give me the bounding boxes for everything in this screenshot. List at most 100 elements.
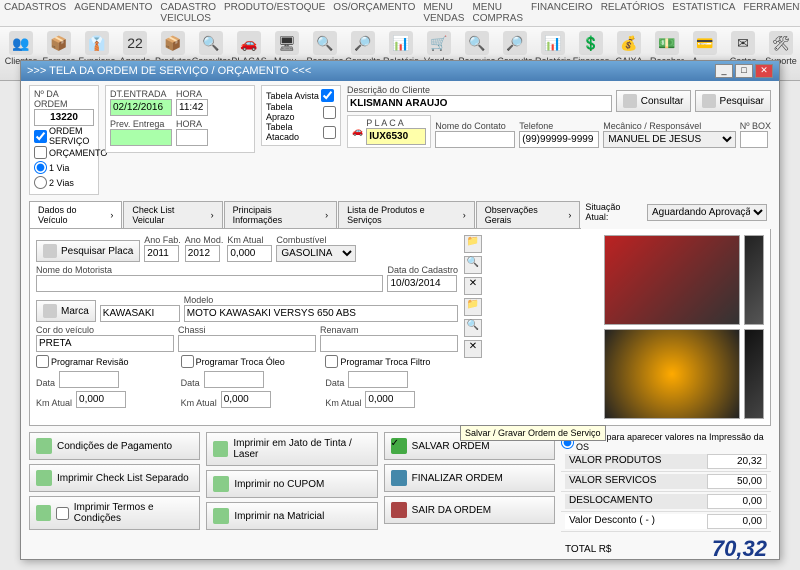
filtro-data-input[interactable] (348, 371, 408, 388)
tab-3[interactable]: Lista de Produtos e Serviços› (338, 201, 475, 228)
anofab-input[interactable] (144, 245, 179, 262)
tabela-avista-check[interactable] (321, 89, 334, 102)
marca-button[interactable]: Marca (36, 300, 96, 322)
tab-2[interactable]: Principais Informações› (224, 201, 338, 228)
pesquisar-button[interactable]: Pesquisar (695, 90, 771, 112)
valor-servicos: 50,00 (707, 474, 767, 489)
menu-item[interactable]: ESTATISTICA (672, 2, 735, 24)
menu-item[interactable]: CADASTROS (4, 2, 66, 24)
os-window: >>> TELA DA ORDEM DE SERVIÇO / ORÇAMENTO… (20, 60, 780, 560)
combustivel-select[interactable]: GASOLINA (276, 245, 356, 262)
menu-item[interactable]: RELATÓRIOS (601, 2, 665, 24)
jato-button[interactable]: Imprimir em Jato de Tinta / Laser (206, 432, 377, 466)
menu-item[interactable]: MENU COMPRAS (472, 2, 523, 24)
money-icon (36, 438, 52, 454)
menu-item[interactable]: PRODUTO/ESTOQUE (224, 2, 325, 24)
anomod-input[interactable] (185, 245, 220, 262)
window-title: >>> TELA DA ORDEM DE SERVIÇO / ORÇAMENTO… (27, 65, 311, 77)
prog-oleo-check[interactable] (181, 355, 194, 368)
via1-radio[interactable] (34, 161, 47, 174)
sair-button[interactable]: SAIR DA ORDEM (384, 496, 555, 524)
toolbar-icon: 💵 (655, 31, 679, 55)
toolbar-icon: 💲 (579, 31, 603, 55)
termos-check[interactable] (56, 507, 69, 520)
vehicle-image-4 (744, 329, 764, 419)
prev-input[interactable] (110, 129, 172, 146)
renavam-input[interactable] (320, 335, 458, 352)
menu-item[interactable]: OS/ORÇAMENTO (333, 2, 415, 24)
print-icon (36, 470, 52, 486)
toolbar-icon: 👔 (85, 31, 109, 55)
tabela-atacado-check[interactable] (323, 126, 336, 139)
tabs: Dados do Veículo›Check List Veicular›Pri… (29, 201, 581, 229)
menu-item[interactable]: AGENDAMENTO (74, 2, 152, 24)
tab-1[interactable]: Check List Veicular› (123, 201, 222, 228)
toolbar-icon: 💳 (693, 31, 717, 55)
prog-filtro-check[interactable] (325, 355, 338, 368)
valor-desconto: 0,00 (707, 514, 767, 529)
rev-km-input[interactable] (76, 391, 126, 408)
datacad-input[interactable] (387, 275, 457, 292)
tabela-aprazo-check[interactable] (323, 106, 336, 119)
cupom-button[interactable]: Imprimir no CUPOM (206, 470, 377, 498)
oleo-km-input[interactable] (221, 391, 271, 408)
condicoes-button[interactable]: Condições de Pagamento (29, 432, 200, 460)
pesquisar-placa-button[interactable]: Pesquisar Placa (36, 240, 140, 262)
finalizar-button[interactable]: FINALIZAR ORDEM (384, 464, 555, 492)
img-add-button[interactable]: 📁 (464, 235, 482, 253)
img-zoom-button[interactable]: 🔍 (464, 256, 482, 274)
chassi-input[interactable] (178, 335, 316, 352)
hora-input[interactable] (176, 99, 208, 116)
toolbar-icon: 🛒 (427, 31, 451, 55)
prog-revisao-check[interactable] (36, 355, 49, 368)
img-zoom2-button[interactable]: 🔍 (464, 319, 482, 337)
placa-input[interactable] (366, 128, 426, 145)
rev-data-input[interactable] (59, 371, 119, 388)
close-button[interactable]: ✕ (755, 64, 773, 78)
matricial-button[interactable]: Imprimir na Matricial (206, 502, 377, 530)
chevron-right-icon: › (325, 210, 328, 220)
contato-input[interactable] (435, 131, 515, 148)
cor-input[interactable] (36, 335, 174, 352)
toolbar-icon: 🚗 (237, 31, 261, 55)
img-del-button[interactable]: ✕ (464, 277, 482, 295)
toolbar-icon: 👥 (9, 31, 33, 55)
ordem-servico-radio[interactable] (34, 130, 47, 143)
toolbar-icon: 🖥 (275, 31, 299, 55)
dtentrada-input[interactable] (110, 99, 172, 116)
tab-0[interactable]: Dados do Veículo› (29, 201, 122, 228)
checklist-button[interactable]: Imprimir Check List Separado (29, 464, 200, 492)
oleo-data-input[interactable] (204, 371, 264, 388)
toolbar-icon: 🛠 (769, 31, 793, 55)
orcamento-radio[interactable] (34, 146, 47, 159)
nbox-input[interactable] (740, 131, 768, 148)
printer-icon (213, 441, 228, 457)
nordem-input[interactable] (34, 109, 94, 126)
via2-radio[interactable] (34, 176, 47, 189)
menu-item[interactable]: FERRAMENTAS (743, 2, 800, 24)
cliente-input[interactable] (347, 95, 612, 112)
consultar-button[interactable]: Consultar (616, 90, 691, 112)
toolbar-icon: 🔎 (503, 31, 527, 55)
km-input[interactable] (227, 245, 272, 262)
img-del2-button[interactable]: ✕ (464, 340, 482, 358)
termos-button[interactable]: Imprimir Termos e Condições (29, 496, 200, 530)
modelo-input[interactable] (184, 305, 458, 322)
mecanico-select[interactable]: MANUEL DE JESUS (603, 131, 735, 148)
marca-input[interactable] (100, 305, 180, 322)
tab-4[interactable]: Observações Gerais› (476, 201, 581, 228)
menu-item[interactable]: CADASTRO VEICULOS (160, 2, 216, 24)
img-add2-button[interactable]: 📁 (464, 298, 482, 316)
check-icon: ✓ (391, 438, 407, 454)
vehicle-image-3 (604, 329, 740, 419)
maximize-button[interactable]: □ (735, 64, 753, 78)
minimize-button[interactable]: _ (715, 64, 733, 78)
situacao-select[interactable]: Aguardando Aprovação (647, 204, 767, 221)
filtro-km-input[interactable] (365, 391, 415, 408)
motorista-input[interactable] (36, 275, 383, 292)
hora2-input[interactable] (176, 129, 208, 146)
salvar-tooltip: Salvar / Gravar Ordem de Serviço (460, 425, 606, 441)
telefone-input[interactable] (519, 131, 599, 148)
menu-item[interactable]: MENU VENDAS (423, 2, 464, 24)
menu-item[interactable]: FINANCEIRO (531, 2, 593, 24)
